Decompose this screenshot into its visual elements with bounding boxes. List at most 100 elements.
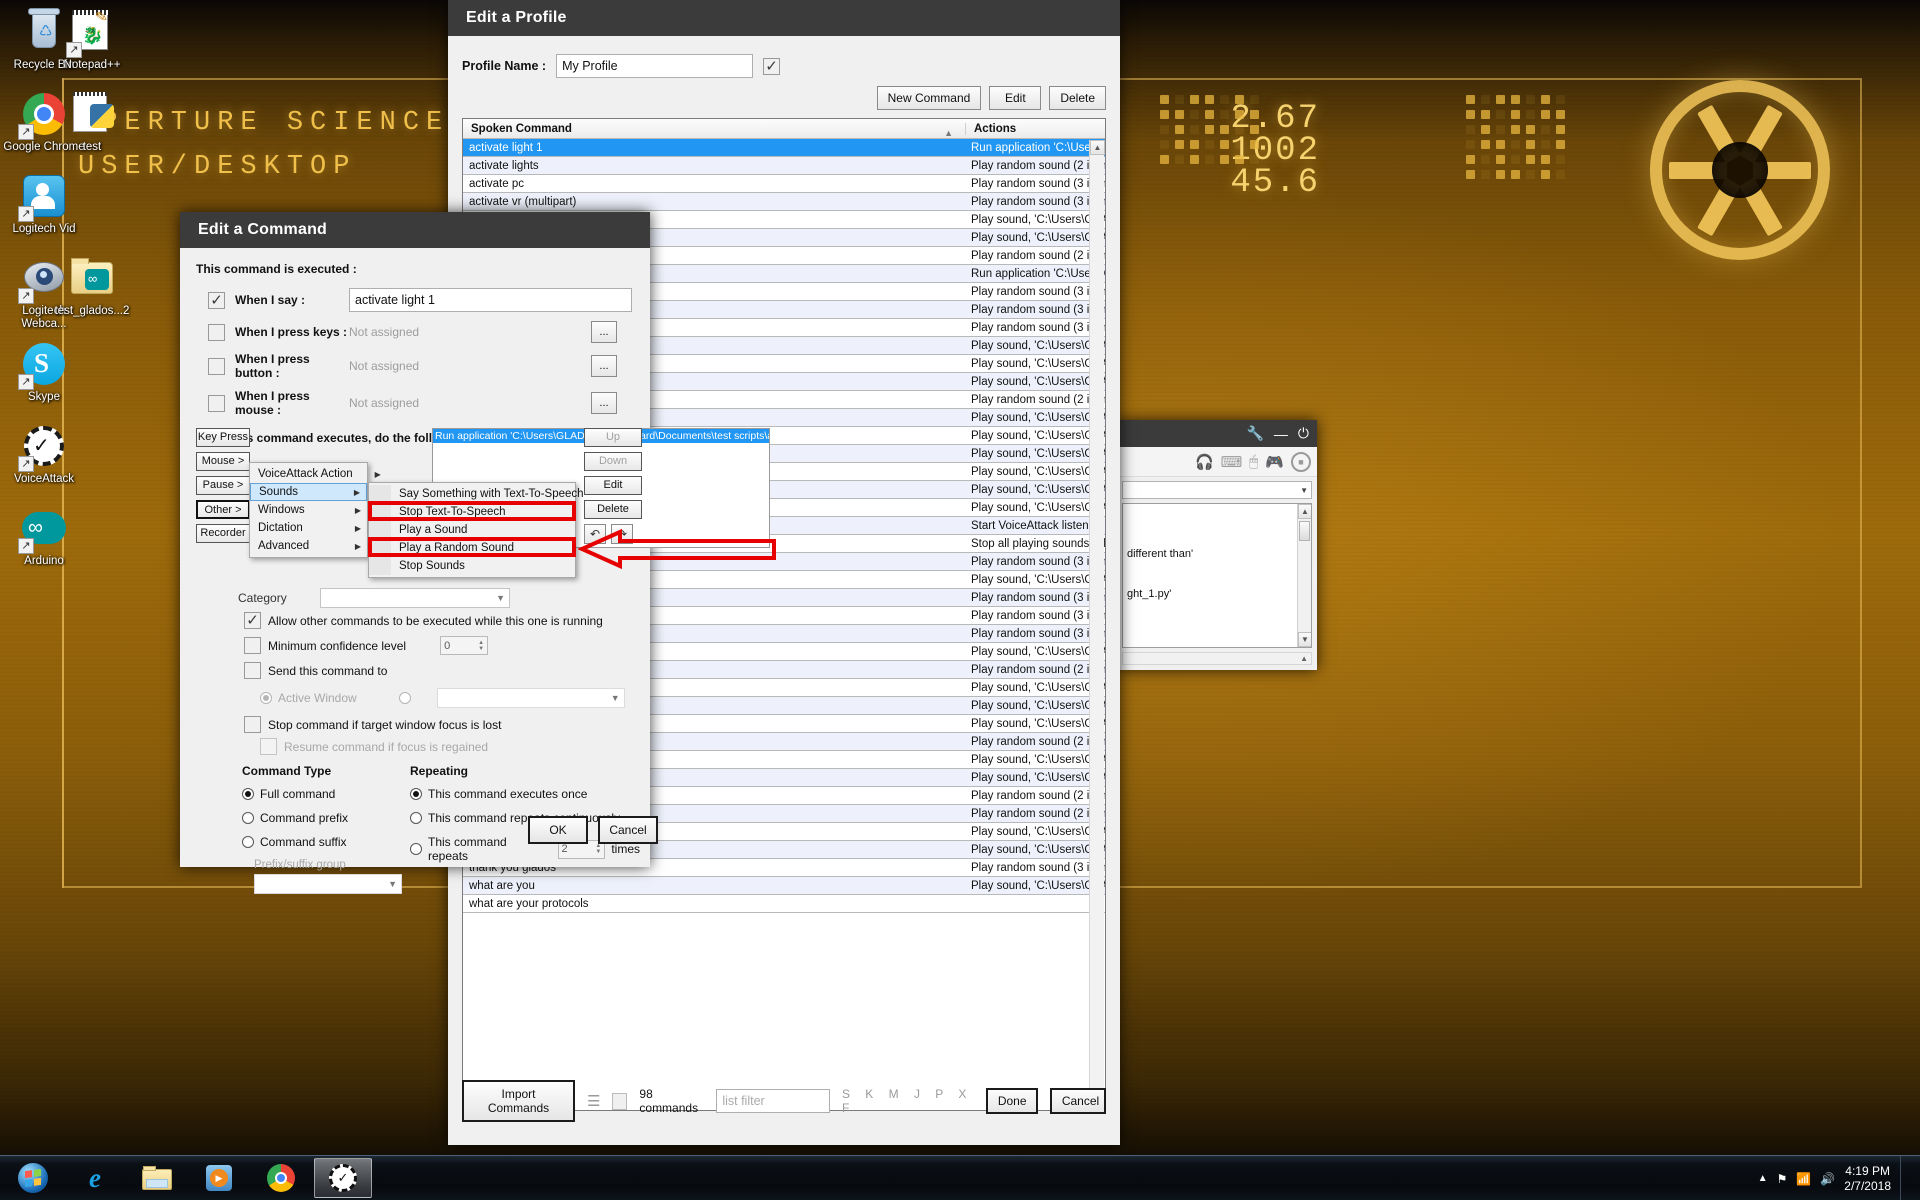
submenu-item-stop-sounds[interactable]: Stop Sounds [369, 557, 575, 575]
column-header-actions[interactable]: Actions [965, 122, 1105, 135]
command-prefix-radio[interactable] [242, 812, 254, 824]
import-commands-button[interactable]: Import Commands [462, 1080, 576, 1122]
table-row[interactable]: activate pc Play random sound (3 items... [463, 175, 1105, 193]
mouse-button[interactable]: Mouse > [196, 452, 250, 471]
tray-flag-icon[interactable]: ⚑ [1777, 1172, 1788, 1186]
profile-confirm-checkbox-icon[interactable]: ✓ [763, 57, 781, 75]
menu-item-advanced[interactable]: Advanced ▶ [250, 537, 367, 555]
mouse-icon[interactable]: 🖱 [1249, 453, 1258, 470]
menu-item-dictation[interactable]: Dictation ▶ [250, 519, 367, 537]
active-window-radio[interactable] [260, 692, 272, 704]
command-list-scrollbar[interactable]: ▲ ▼ [1089, 140, 1105, 1109]
submenu-item-say-something-with-text-to-speech[interactable]: Say Something with Text-To-Speech [369, 485, 584, 503]
list-view-icon[interactable]: ☰ [587, 1092, 600, 1110]
when-i-press-keys-browse-button[interactable]: ... [591, 321, 617, 343]
when-i-press-mouse-browse-button[interactable]: ... [591, 392, 617, 414]
table-row[interactable]: what are your protocols [463, 895, 1105, 913]
command-cancel-button[interactable]: Cancel [598, 816, 658, 844]
repeats-count-radio[interactable] [410, 843, 422, 855]
table-row[interactable]: what are you Play sound, 'C:\Users\GLAD..… [463, 877, 1105, 895]
confidence-stepper[interactable]: 0 ▲ ▼ [440, 636, 489, 655]
when-i-say-input[interactable]: activate light 1 [349, 288, 632, 312]
tray-volume-icon[interactable]: 🔊 [1820, 1172, 1835, 1186]
desktop-icon-logitech-vid[interactable]: ↗ Logitech Vid [0, 172, 88, 236]
prefix-suffix-group-combo[interactable]: ▼ [254, 874, 402, 894]
profile-cancel-button[interactable]: Cancel [1049, 1088, 1106, 1114]
repeating-option-once[interactable]: This command executes once [410, 787, 640, 801]
stepper-arrows-icon[interactable]: ▲ ▼ [595, 843, 601, 855]
taskbar-internet-explorer[interactable]: e [66, 1158, 124, 1198]
recorder-button[interactable]: Recorder [196, 524, 250, 543]
start-button[interactable] [4, 1158, 62, 1198]
command-type-option-suffix[interactable]: Command suffix [242, 835, 432, 849]
keyboard-icon[interactable]: ⌨ [1221, 453, 1243, 471]
desktop-icon-voiceattack[interactable]: ✓ ↗ VoiceAttack [0, 422, 88, 486]
delete-command-button[interactable]: Delete [1049, 86, 1106, 110]
pause-button[interactable]: Pause > [196, 476, 250, 495]
profile-name-input[interactable]: My Profile [556, 54, 754, 78]
taskbar-media-player[interactable]: ▶ [190, 1158, 248, 1198]
select-all-checkbox[interactable] [612, 1092, 628, 1110]
when-i-press-keys-checkbox[interactable] [208, 323, 225, 341]
menu-item-sounds[interactable]: Sounds ▶ [250, 483, 367, 501]
executes-once-radio[interactable] [410, 788, 422, 800]
table-row[interactable]: activate vr (multipart) Play random sound… [463, 193, 1105, 211]
desktop-icon-test[interactable]: test [48, 90, 136, 154]
menu-item-voiceattack-action[interactable]: VoiceAttack Action ▶ [250, 465, 381, 483]
down-button[interactable]: Down [584, 452, 642, 471]
list-filter-input[interactable]: list filter [716, 1089, 830, 1113]
gamepad-icon[interactable]: 🎮 [1265, 453, 1284, 471]
taskbar-clock[interactable]: 4:19 PM 2/7/2018 [1844, 1164, 1891, 1194]
menu-item-windows[interactable]: Windows ▶ [250, 501, 367, 519]
voiceattack-profile-combo[interactable]: ▼ [1122, 481, 1312, 499]
taskbar-chrome[interactable] [252, 1158, 310, 1198]
voiceattack-log-scrollbar[interactable]: ▲ ▼ [1297, 504, 1311, 647]
edit-sequence-button[interactable]: Edit [584, 476, 642, 495]
scroll-thumb[interactable] [1299, 521, 1310, 541]
desktop-icon-test-glados-2[interactable]: ∞ test_glados...2 [48, 254, 136, 318]
submenu-item-play-a-sound[interactable]: Play a Sound [369, 521, 575, 539]
category-combo[interactable]: ▼ [320, 588, 510, 608]
command-suffix-radio[interactable] [242, 836, 254, 848]
command-type-option-full[interactable]: Full command [242, 787, 432, 801]
full-command-radio[interactable] [242, 788, 254, 800]
taskbar-voiceattack[interactable]: ✓ [314, 1158, 372, 1198]
table-row[interactable]: activate light 1 Run application 'C:\User… [463, 139, 1105, 157]
repeats-continuously-radio[interactable] [410, 812, 422, 824]
when-i-say-checkbox[interactable]: ✓ [208, 291, 225, 309]
table-row[interactable]: activate lights Play random sound (2 item… [463, 157, 1105, 175]
scroll-up-arrow[interactable]: ▲ [1090, 140, 1105, 155]
scroll-down-arrow[interactable]: ▼ [1298, 632, 1311, 647]
when-i-press-button-browse-button[interactable]: ... [591, 355, 617, 377]
minimize-icon[interactable]: — [1274, 426, 1288, 442]
headset-icon[interactable]: 🎧 [1195, 453, 1214, 471]
scroll-up-arrow[interactable]: ▲ [1298, 504, 1311, 519]
delete-sequence-button[interactable]: Delete [584, 500, 642, 519]
desktop-icon-skype[interactable]: S ↗ Skype [0, 340, 88, 404]
done-button[interactable]: Done [985, 1088, 1038, 1114]
power-icon[interactable]: ⏻ [1298, 425, 1309, 442]
voiceattack-log[interactable]: different than' ght_1.py' ▲ ▼ [1122, 503, 1312, 648]
up-button[interactable]: Up [584, 428, 642, 447]
target-window-combo[interactable]: ▼ [436, 688, 625, 708]
show-desktop-button[interactable] [1900, 1156, 1908, 1200]
new-command-button[interactable]: New Command [876, 86, 982, 110]
stepper-arrows-icon[interactable]: ▲ ▼ [478, 640, 484, 652]
voiceattack-hscrollbar[interactable]: ▲ [1122, 652, 1312, 665]
tray-expand-icon[interactable]: ▲ [1758, 1173, 1768, 1184]
desktop-icon-arduino[interactable]: ∞ ↗ Arduino [0, 504, 88, 568]
taskbar-file-explorer[interactable] [128, 1158, 186, 1198]
command-type-option-prefix[interactable]: Command prefix [242, 811, 432, 825]
tray-network-icon[interactable]: 📶 [1796, 1172, 1811, 1186]
wrench-icon[interactable]: 🔧 [1246, 425, 1263, 442]
filter-letters[interactable]: S K M J P X F [842, 1087, 974, 1115]
sounds-submenu[interactable]: Say Something with Text-To-Speech Stop Te… [368, 482, 584, 578]
minimum-confidence-checkbox[interactable] [244, 637, 261, 654]
resume-on-focus-checkbox[interactable] [260, 738, 277, 755]
desktop-icon-notepad-plus-plus[interactable]: 🐉 ✏ ↗ Notepad++ [48, 7, 136, 72]
column-header-spoken-command[interactable]: Spoken Command ▲ [463, 123, 965, 138]
send-command-to-checkbox[interactable] [244, 662, 261, 679]
stop-on-focus-lost-checkbox[interactable] [244, 716, 261, 733]
scroll-up-arrow[interactable]: ▲ [1300, 654, 1311, 663]
ok-button[interactable]: OK [528, 816, 588, 844]
